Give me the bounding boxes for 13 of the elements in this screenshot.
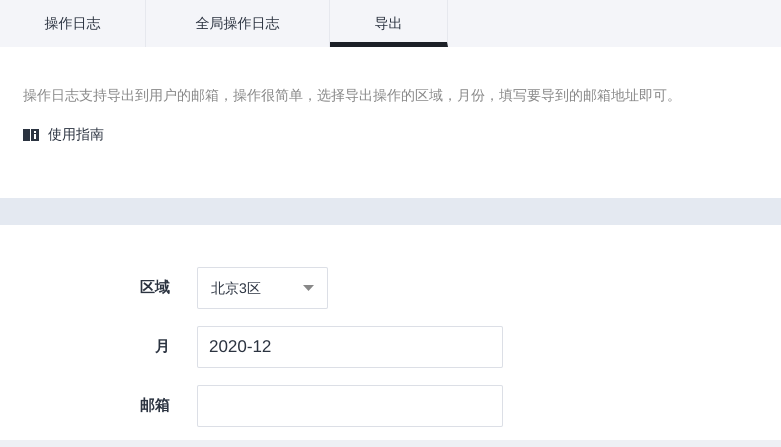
input-field[interactable] [197,385,503,427]
field-label: 邮箱 [139,396,170,416]
guide-link[interactable]: 使用指南 [23,124,104,145]
caret-icon [303,285,314,291]
intro-text: 操作日志支持导出到用户的邮箱，操作很简单，选择导出操作的区域，月份，填写要导到的邮箱地址即可。 [23,86,682,105]
field-label: 区域 [139,278,170,298]
book-icon [23,128,39,142]
field-label: 月 [154,336,170,357]
region-select[interactable]: 北京3区 [197,267,328,309]
tab[interactable]: 全局操作日志 [146,0,330,47]
tab[interactable]: 导出 [330,0,448,47]
input-field[interactable]: 2020-12 [197,326,503,368]
tab[interactable]: 操作日志 [0,0,146,47]
